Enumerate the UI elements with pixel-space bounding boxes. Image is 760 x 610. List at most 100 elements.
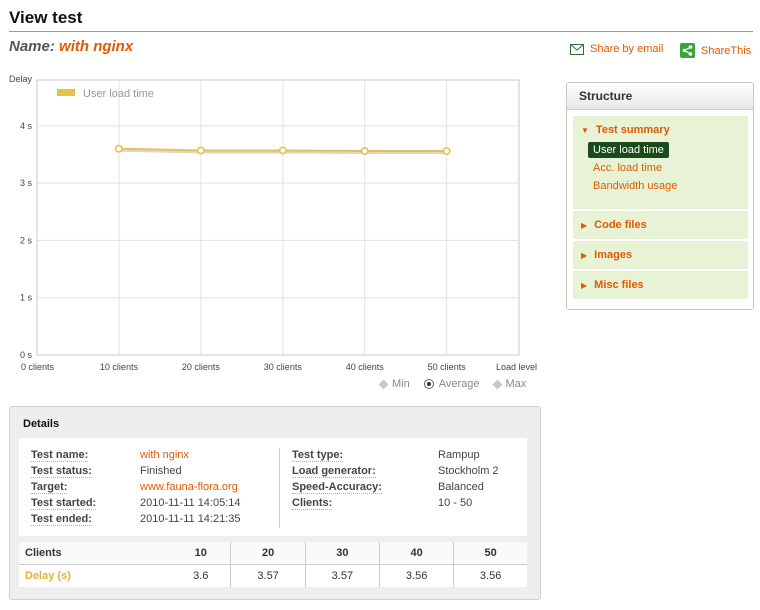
section-images-header[interactable]: ▶ Images — [573, 241, 748, 261]
data-point — [442, 147, 451, 156]
section-code-files[interactable]: ▶ Code files — [573, 211, 748, 239]
data-point — [360, 147, 369, 156]
detail-row: Clients: — [292, 497, 333, 510]
section-images[interactable]: ▶ Images — [573, 241, 748, 269]
detail-row: Test ended: — [31, 513, 92, 526]
share-this-link[interactable]: ShareThis — [680, 43, 751, 58]
legend-label: User load time — [83, 88, 154, 100]
detail-value: Stockholm 2 — [438, 465, 499, 477]
title-divider — [9, 31, 753, 32]
detail-value: 10 - 50 — [438, 497, 472, 509]
diamond-icon — [492, 379, 502, 389]
data-point — [278, 146, 287, 155]
share-icon — [680, 43, 695, 58]
test-ended-value: 2010-11-11 14:21:35 — [140, 513, 241, 525]
detail-key: Test type: — [292, 449, 344, 462]
toggle-min-label: Min — [392, 378, 410, 390]
table-header-cell: 20 — [230, 542, 306, 565]
name-label: Name: — [9, 38, 55, 55]
detail-value: 2010-11-11 14:21:35 — [140, 513, 241, 525]
test-name-heading: Name: with nginx — [9, 38, 133, 55]
diamond-icon — [378, 379, 389, 389]
clients-value: 10 - 50 — [438, 497, 473, 509]
detail-key: Test status: — [31, 465, 92, 478]
section-code-files-header[interactable]: ▶ Code files — [573, 211, 748, 231]
section-test-summary: ▼ Test summary User load time Acc. load … — [573, 116, 748, 209]
name-value: with nginx — [59, 38, 134, 55]
structure-title: Structure — [567, 83, 753, 110]
table-row: Delay (s) 3.6 3.57 3.57 3.56 3.56 — [19, 564, 527, 587]
y-tick-label: 1 s — [20, 293, 33, 303]
nav-user-load-time[interactable]: User load time — [573, 142, 748, 158]
test-type-value: Rampup — [438, 449, 480, 461]
y-tick-label: 3 s — [20, 178, 33, 188]
legend-swatch — [57, 89, 75, 96]
table-cell: 3.6 — [171, 564, 231, 587]
nav-acc-load-time[interactable]: Acc. load time — [573, 162, 748, 174]
table-header-cell: 50 — [453, 542, 527, 565]
share-by-email-label: Share by email — [590, 43, 664, 55]
x-tick-label: 30 clients — [264, 362, 303, 372]
y-axis-title: Delay — [9, 74, 33, 84]
detail-key: Load generator: — [292, 465, 376, 478]
details-info: Test name: with nginx Test status: Finis… — [19, 438, 527, 536]
detail-key: Target: — [31, 481, 68, 494]
triangle-right-icon: ▶ — [581, 250, 588, 260]
target-link[interactable]: www.fauna-flora.org — [140, 481, 238, 493]
nav-label: Acc. load time — [593, 162, 663, 174]
detail-key: Test started: — [31, 497, 97, 510]
detail-value: Balanced — [438, 481, 484, 493]
delay-chart: 0 clients 10 clients 20 clients 30 clients 4… — [0, 70, 545, 395]
table-cell: 3.57 — [304, 564, 380, 587]
x-tick-label: 50 clients — [428, 362, 467, 372]
y-tick-label: 4 s — [20, 121, 33, 131]
table-header-row: Clients 10 20 30 40 50 — [19, 542, 527, 565]
section-misc-files[interactable]: ▶ Misc files — [573, 271, 748, 299]
detail-value[interactable]: with nginx — [140, 449, 189, 461]
toggle-average[interactable]: Average — [423, 378, 480, 390]
nav-bandwidth-usage[interactable]: Bandwidth usage — [573, 180, 748, 192]
detail-row: Target: — [31, 481, 68, 494]
table-cell: 3.56 — [453, 564, 527, 587]
detail-key: Speed-Accuracy: — [292, 481, 382, 494]
x-tick-label: 40 clients — [346, 362, 385, 372]
table-cell: 3.56 — [378, 564, 454, 587]
detail-value: Finished — [140, 465, 182, 477]
detail-value[interactable]: www.fauna-flora.org — [140, 481, 238, 493]
triangle-right-icon: ▶ — [581, 220, 588, 230]
radio-selected-icon — [423, 379, 434, 389]
y-tick-label: 2 s — [20, 235, 33, 245]
detail-row: Speed-Accuracy: — [292, 481, 382, 494]
detail-key: Test ended: — [31, 513, 92, 526]
test-name-link[interactable]: with nginx — [140, 449, 189, 461]
nav-label: User load time — [588, 142, 669, 158]
envelope-icon — [570, 43, 584, 55]
page-title: View test — [9, 8, 83, 27]
structure-panel: Structure ▼ Test summary User load time … — [566, 82, 754, 310]
x-tick-label: 20 clients — [182, 362, 221, 372]
details-title: Details — [23, 418, 60, 430]
data-point — [196, 146, 205, 155]
section-misc-files-header[interactable]: ▶ Misc files — [573, 271, 748, 291]
share-this-label: ShareThis — [701, 44, 752, 57]
detail-row: Test status: — [31, 465, 92, 478]
chart-svg: 0 clients 10 clients 20 clients 30 clients 4… — [9, 74, 537, 372]
toggle-min[interactable]: Min — [378, 378, 410, 390]
detail-key: Clients: — [292, 497, 333, 510]
results-table: Clients 10 20 30 40 50 Delay (s) 3.6 3.5… — [19, 542, 527, 587]
section-label: Test summary — [595, 124, 670, 136]
detail-row: Test name: — [31, 449, 89, 462]
section-test-summary-header[interactable]: ▼ Test summary — [573, 116, 748, 136]
stat-toggles: Min Average Max — [378, 378, 527, 390]
x-tick-label: 10 clients — [100, 362, 139, 372]
table-header-cell: 40 — [378, 542, 454, 565]
triangle-right-icon: ▶ — [581, 280, 588, 290]
detail-key: Test name: — [31, 449, 89, 462]
share-by-email-link[interactable]: Share by email — [570, 43, 663, 55]
toggle-max[interactable]: Max — [492, 378, 527, 390]
y-tick-label: 0 s — [20, 350, 33, 360]
speed-accuracy-value: Balanced — [438, 481, 484, 493]
table-header-cell: 30 — [304, 542, 380, 565]
toggle-max-label: Max — [505, 378, 527, 390]
table-cell: 3.57 — [230, 564, 306, 587]
